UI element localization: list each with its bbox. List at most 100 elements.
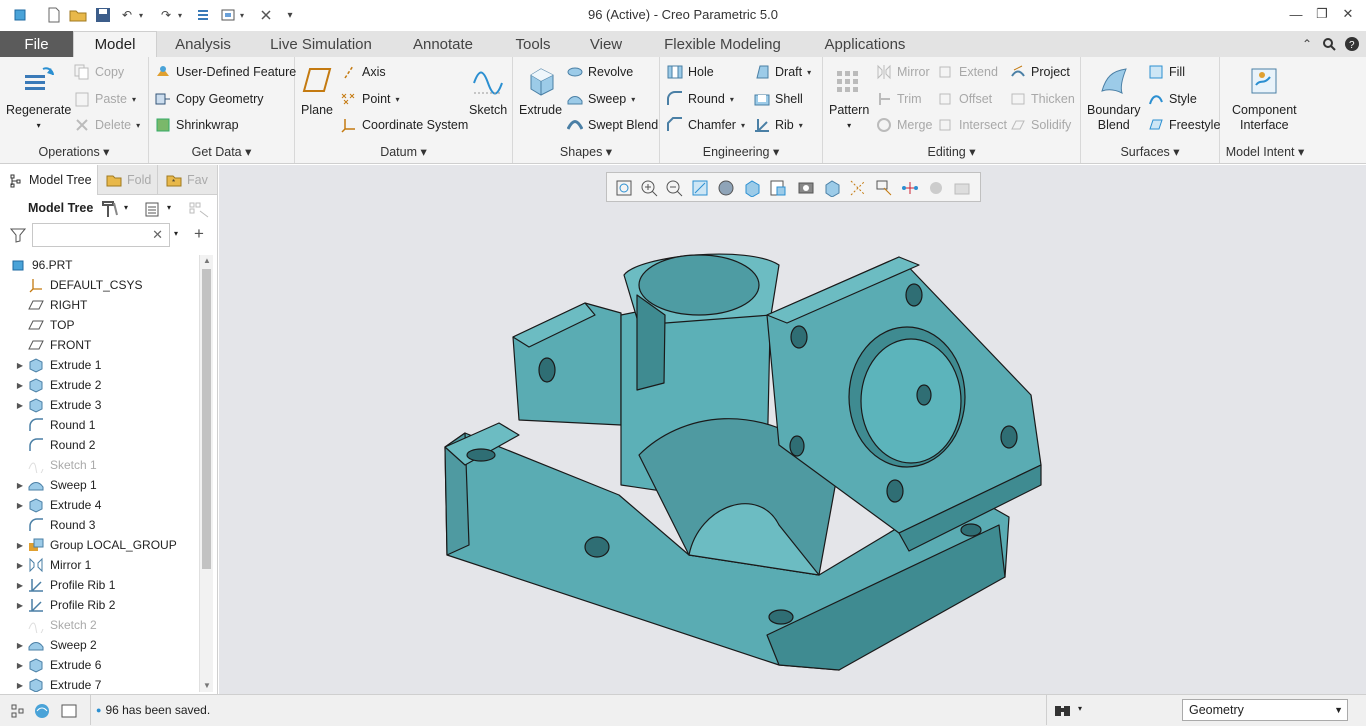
chamfer-button[interactable]: Chamfer ▾ — [667, 117, 745, 133]
tree-item[interactable]: ▶ Extrude 3 — [0, 395, 101, 415]
tab-view[interactable]: View — [575, 31, 637, 57]
search-dropdown-icon[interactable]: ▾ — [174, 229, 178, 238]
tab-annotate[interactable]: Annotate — [390, 31, 496, 57]
rib-button[interactable]: Rib ▾ — [754, 117, 803, 133]
view-manager-icon[interactable] — [769, 179, 787, 197]
refit-icon[interactable] — [615, 179, 633, 197]
tree-item[interactable]: ▶ Extrude 7 — [0, 675, 101, 692]
freestyle-button[interactable]: Freestyle — [1148, 117, 1220, 133]
full-screen-icon[interactable] — [60, 703, 78, 719]
tree-item[interactable]: 96.PRT — [0, 255, 72, 275]
tree-item[interactable]: DEFAULT_CSYS — [0, 275, 142, 295]
tab-model-tree[interactable]: Model Tree — [0, 165, 98, 195]
perspective-view-icon[interactable] — [797, 179, 815, 197]
tree-item[interactable]: ▶ Sweep 1 — [0, 475, 97, 495]
tree-item[interactable]: ▶ Mirror 1 — [0, 555, 91, 575]
tree-item[interactable]: ▶ Extrude 2 — [0, 375, 101, 395]
tree-item[interactable]: ▶ Sweep 2 — [0, 635, 97, 655]
get-data-group-label[interactable]: Get Data ▾ — [149, 144, 294, 159]
zoom-out-icon[interactable] — [665, 179, 683, 197]
spin-center-icon[interactable] — [901, 179, 919, 197]
tree-item[interactable]: TOP — [0, 315, 74, 335]
component-interface-button[interactable]: Component Interface — [1232, 65, 1297, 133]
pattern-button[interactable]: Pattern ▾ — [829, 65, 869, 133]
boundary-blend-button[interactable]: Boundary Blend — [1087, 65, 1141, 133]
add-item-icon[interactable]: + — [194, 224, 204, 244]
sweep-button[interactable]: Sweep ▾ — [567, 91, 635, 107]
scroll-down-icon[interactable]: ▼ — [203, 681, 211, 690]
tab-flexible-modeling[interactable]: Flexible Modeling — [645, 31, 800, 57]
expand-arrow-icon[interactable]: ▶ — [12, 681, 28, 690]
offset-button[interactable]: Offset — [938, 91, 992, 107]
collapse-ribbon-icon[interactable]: ⌃ — [1298, 31, 1316, 57]
tree-item[interactable]: ▶ Group LOCAL_GROUP — [0, 535, 177, 555]
regenerate-button[interactable]: Regenerate ▾ — [6, 65, 71, 133]
render-disabled-icon[interactable] — [953, 179, 971, 197]
tree-item[interactable]: ▶ Profile Rib 1 — [0, 575, 115, 595]
show-dropdown-icon[interactable]: ▾ — [167, 203, 171, 212]
selection-filter-select[interactable]: Geometry ▼ — [1182, 699, 1348, 721]
operations-group-label[interactable]: Operations ▾ — [0, 144, 148, 159]
find-icon[interactable] — [1053, 702, 1073, 720]
tree-item[interactable]: Sketch 2 — [0, 615, 97, 635]
delete-button[interactable]: Delete ▾ — [74, 117, 140, 133]
round-button[interactable]: Round ▾ — [667, 91, 734, 107]
expand-arrow-icon[interactable]: ▶ — [12, 601, 28, 610]
scroll-up-icon[interactable]: ▲ — [203, 256, 211, 265]
tab-applications[interactable]: Applications — [806, 31, 924, 57]
project-button[interactable]: Project — [1010, 64, 1070, 80]
copy-geometry-button[interactable]: Copy Geometry — [155, 91, 264, 107]
tab-model[interactable]: Model — [73, 31, 157, 57]
tab-favorites[interactable]: * Fav — [158, 165, 218, 195]
expand-arrow-icon[interactable]: ▶ — [12, 481, 28, 490]
tree-settings-dropdown-icon[interactable]: ▾ — [124, 203, 128, 212]
sketch-button[interactable]: Sketch — [469, 65, 507, 118]
expand-arrow-icon[interactable]: ▶ — [12, 561, 28, 570]
display-style-icon[interactable] — [717, 179, 735, 197]
tree-scrollbar[interactable]: ▲ ▼ — [199, 255, 213, 692]
tree-item[interactable]: ▶ Extrude 4 — [0, 495, 101, 515]
scroll-thumb[interactable] — [202, 269, 211, 569]
tree-settings-icon[interactable] — [100, 199, 120, 222]
close-button[interactable]: ✕ — [1330, 2, 1366, 26]
tree-item[interactable]: Round 1 — [0, 415, 95, 435]
zoom-in-icon[interactable] — [640, 179, 658, 197]
axis-button[interactable]: Axis — [341, 64, 386, 80]
expand-arrow-icon[interactable]: ▶ — [12, 381, 28, 390]
navigator-toggle-icon[interactable] — [10, 703, 28, 719]
saved-orientations-icon[interactable] — [743, 179, 761, 197]
search-icon[interactable] — [1319, 31, 1339, 57]
tree-search-input[interactable]: ✕ — [32, 223, 170, 247]
editing-group-label[interactable]: Editing ▾ — [823, 144, 1080, 159]
engineering-group-label[interactable]: Engineering ▾ — [660, 144, 822, 159]
browser-toggle-icon[interactable] — [34, 703, 52, 719]
tab-file[interactable]: File — [0, 31, 73, 57]
extend-button[interactable]: Extend — [938, 64, 998, 80]
tab-analysis[interactable]: Analysis — [157, 31, 249, 57]
expand-arrow-icon[interactable]: ▶ — [12, 661, 28, 670]
clear-search-icon[interactable]: ✕ — [152, 227, 163, 243]
point-button[interactable]: Point ▾ — [341, 91, 400, 107]
tree-item[interactable]: RIGHT — [0, 295, 87, 315]
part-model-3d[interactable] — [219, 165, 1366, 694]
expand-arrow-icon[interactable]: ▶ — [12, 361, 28, 370]
filter-icon[interactable] — [9, 227, 27, 246]
shell-button[interactable]: Shell — [754, 91, 803, 107]
model-intent-group-label[interactable]: Model Intent ▾ — [1220, 144, 1310, 159]
copy-button[interactable]: Copy — [74, 64, 124, 80]
appearance-icon[interactable] — [823, 179, 841, 197]
trim-button[interactable]: Trim — [876, 91, 922, 107]
plane-button[interactable]: Plane — [301, 65, 333, 118]
tree-item[interactable]: Round 3 — [0, 515, 95, 535]
show-columns-icon[interactable] — [143, 201, 161, 220]
tree-item[interactable]: ▶ Extrude 1 — [0, 355, 101, 375]
tree-item[interactable]: ▶ Extrude 6 — [0, 655, 101, 675]
datum-display-filters-icon[interactable] — [849, 179, 867, 197]
hole-button[interactable]: Hole — [667, 64, 714, 80]
tab-tools[interactable]: Tools — [497, 31, 569, 57]
shrinkwrap-button[interactable]: Shrinkwrap — [155, 117, 239, 133]
surfaces-group-label[interactable]: Surfaces ▾ — [1081, 144, 1219, 159]
merge-button[interactable]: Merge — [876, 117, 932, 133]
expand-arrow-icon[interactable]: ▶ — [12, 401, 28, 410]
revolve-button[interactable]: Revolve — [567, 64, 633, 80]
